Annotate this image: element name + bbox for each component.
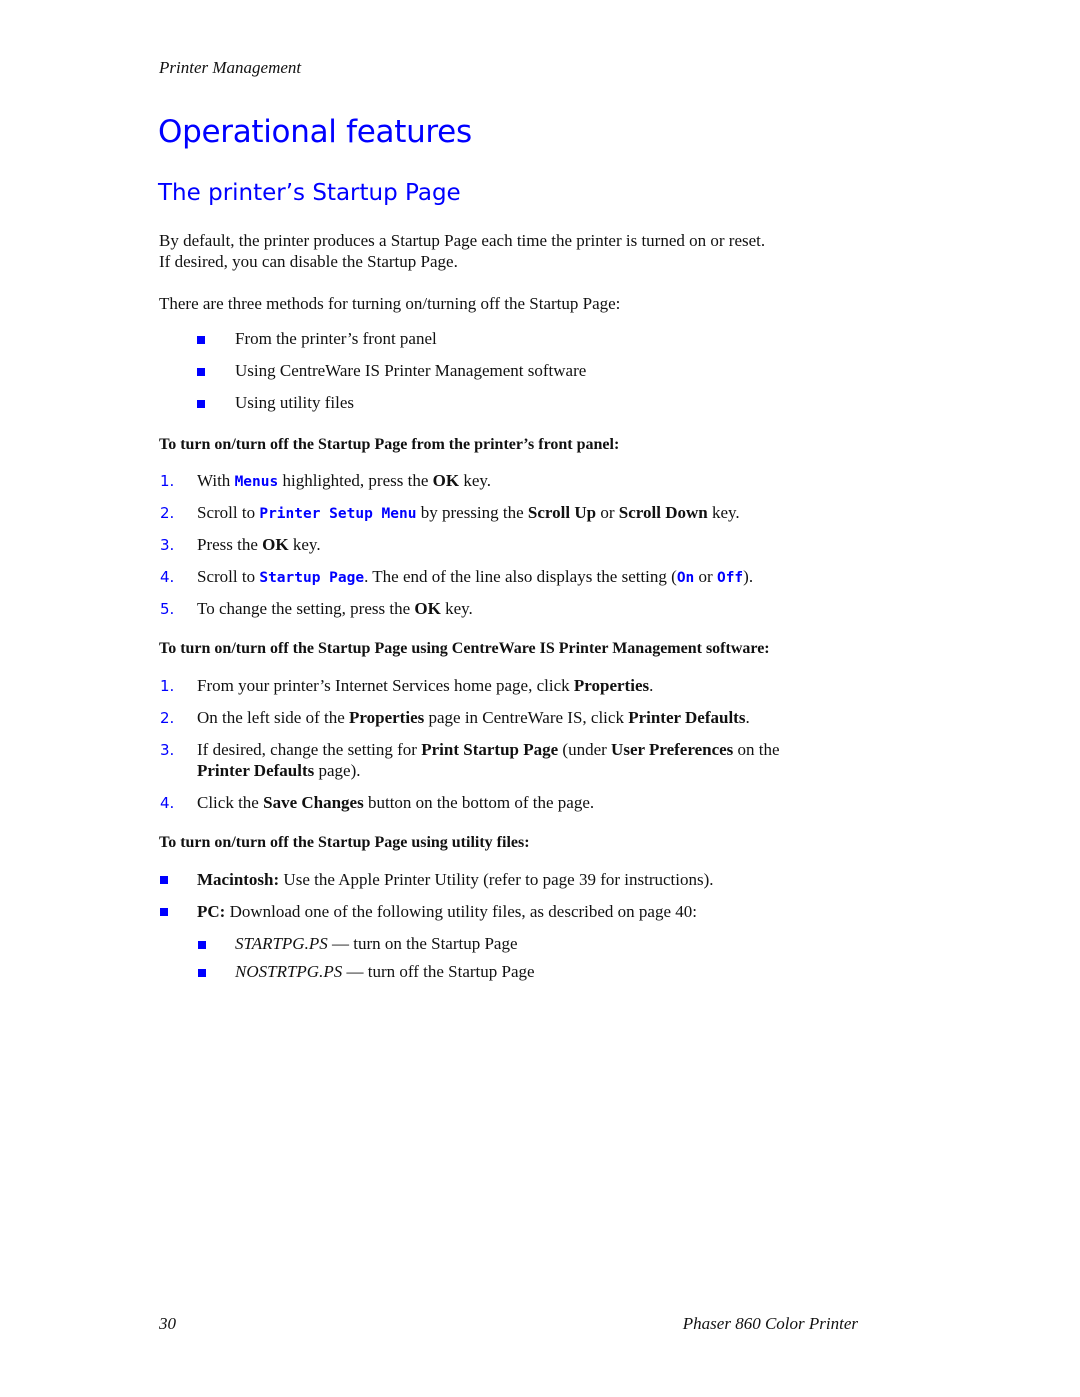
step-1: From your printer’s Internet Services ho… [197, 676, 654, 695]
step-5: To change the setting, press the OK key. [197, 599, 473, 618]
step-number: 2. [160, 709, 175, 727]
bullet-square-icon [197, 400, 205, 408]
methods-lead: There are three methods for turning on/t… [159, 294, 621, 313]
utility-heading: To turn on/turn off the Startup Page usi… [159, 834, 530, 851]
setting-off-code: Off [716, 570, 744, 586]
step-number: 4. [160, 568, 175, 586]
step-3: If desired, change the setting for Print… [197, 740, 780, 780]
centreware-heading: To turn on/turn off the Startup Page usi… [159, 640, 770, 657]
bullet-square-icon [160, 908, 168, 916]
page-title: Operational features [158, 114, 472, 150]
step-number: 1. [160, 472, 175, 490]
step-4: Click the Save Changes button on the bot… [197, 793, 595, 812]
step-number: 4. [160, 794, 175, 812]
bullet-square-icon [160, 876, 168, 884]
section-title: The printer’s Startup Page [158, 180, 461, 206]
step-3: Press the OK key. [197, 535, 321, 554]
bullet-square-icon [198, 941, 206, 949]
step-number: 3. [160, 536, 175, 554]
step-4: Scroll to Startup Page. The end of the l… [197, 567, 754, 586]
intro-line-1: By default, the printer produces a Start… [159, 231, 766, 250]
step-number: 1. [160, 677, 175, 695]
page-number: 30 [159, 1314, 176, 1333]
step-2: Scroll to Printer Setup Menu by pressing… [197, 503, 740, 522]
menu-code: Menus [234, 474, 279, 490]
step-number: 2. [160, 504, 175, 522]
menu-code: Startup Page [259, 570, 365, 586]
step-2: On the left side of the Properties page … [197, 708, 750, 727]
bullet-square-icon [197, 336, 205, 344]
file-name: NOSTRTPG.PS [235, 962, 343, 981]
front-panel-heading: To turn on/turn off the Startup Page fro… [159, 436, 620, 453]
step-1: With Menus highlighted, press the OK key… [197, 471, 492, 490]
step-number: 3. [160, 741, 175, 759]
bullet-square-icon [198, 969, 206, 977]
intro-line-2: If desired, you can disable the Startup … [159, 252, 458, 271]
menu-code: Printer Setup Menu [259, 506, 417, 522]
step-number: 5. [160, 600, 175, 618]
bullet-square-icon [197, 368, 205, 376]
setting-on-code: On [676, 570, 695, 586]
file-name: STARTPG.PS [235, 934, 328, 953]
running-head: Printer Management [159, 58, 302, 77]
product-name: Phaser 860 Color Printer [682, 1314, 858, 1333]
intro-paragraph: By default, the printer produces a Start… [159, 230, 899, 272]
